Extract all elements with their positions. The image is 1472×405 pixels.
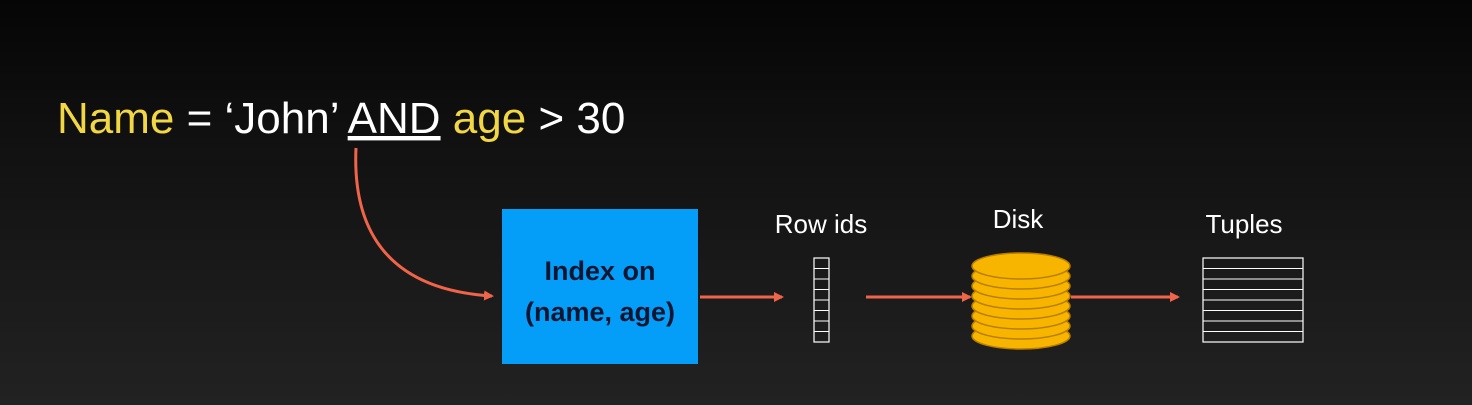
query-op-equals: = ‘John’: [174, 94, 347, 143]
tuples-label: Tuples: [1205, 209, 1282, 239]
query-field-name: Name: [57, 94, 174, 143]
index-box: [502, 209, 698, 364]
row-ids-stack: [813, 257, 830, 343]
tuples-table: [1202, 257, 1304, 343]
query-expression: Name = ‘John’ AND age > 30: [57, 94, 625, 143]
index-label-line2: (name, age): [525, 297, 675, 327]
index-label-line1: Index on: [544, 256, 655, 286]
query-flow-diagram: Name = ‘John’ AND age > 30 Index on (nam…: [57, 94, 1304, 364]
disk-label: Disk: [993, 204, 1045, 234]
query-and-keyword: AND: [348, 94, 441, 143]
query-to-index-arrow: [354, 147, 494, 301]
disk-icon: [971, 252, 1071, 350]
query-op-gt: > 30: [526, 94, 625, 143]
query-field-age: age: [453, 94, 526, 143]
query-space: [441, 94, 453, 143]
row-ids-label: Row ids: [775, 209, 867, 239]
